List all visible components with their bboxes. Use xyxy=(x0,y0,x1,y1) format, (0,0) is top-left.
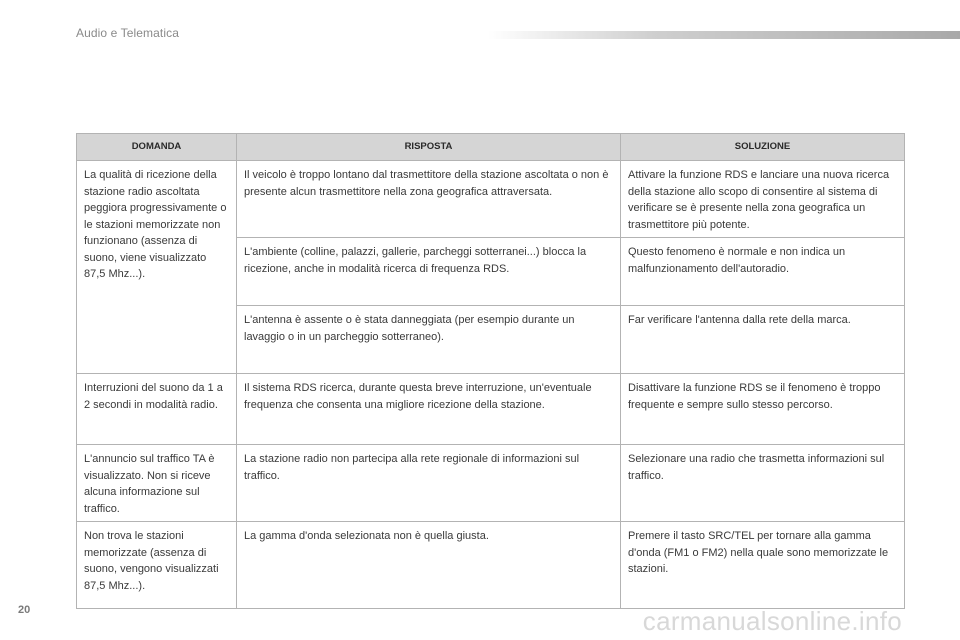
column-header-risposta: RISPOSTA xyxy=(236,133,621,161)
solution-cell: Attivare la funzione RDS e lanciare una … xyxy=(620,160,905,238)
solution-cell: Disattivare la funzione RDS se il fenome… xyxy=(620,373,905,445)
answer-cell: La gamma d'onda selezionata non è quella… xyxy=(236,521,621,609)
table-row: La qualità di ricezione della stazione r… xyxy=(76,160,905,374)
section-title: Audio e Telematica xyxy=(76,26,179,40)
answer-cell: L'antenna è assente o è stata danneggiat… xyxy=(236,305,621,374)
question-cell: La qualità di ricezione della stazione r… xyxy=(76,160,237,374)
column-header-domanda: DOMANDA xyxy=(76,133,237,161)
solution-cell: Far verificare l'antenna dalla rete dell… xyxy=(620,305,905,374)
answer-cell: Il veicolo è troppo lontano dal trasmett… xyxy=(236,160,621,238)
table-header-row: DOMANDA RISPOSTA SOLUZIONE xyxy=(76,133,905,161)
table-row: L'annuncio sul traffico TA è visualizzat… xyxy=(76,444,905,522)
solution-cell: Questo fenomeno è normale e non indica u… xyxy=(620,237,905,306)
watermark: carmanualsonline.info xyxy=(642,606,902,636)
column-header-soluzione: SOLUZIONE xyxy=(620,133,905,161)
table-row: Non trova le stazioni memorizzate (assen… xyxy=(76,521,905,609)
header-decorative-bar xyxy=(488,31,960,39)
solution-cell: Selezionare una radio che trasmetta info… xyxy=(620,444,905,522)
answer-cell: La stazione radio non partecipa alla ret… xyxy=(236,444,621,522)
answer-cell: Il sistema RDS ricerca, durante questa b… xyxy=(236,373,621,445)
question-cell: L'annuncio sul traffico TA è visualizzat… xyxy=(76,444,237,522)
solution-cell: Premere il tasto SRC/TEL per tornare all… xyxy=(620,521,905,609)
answer-cell: L'ambiente (colline, palazzi, gallerie, … xyxy=(236,237,621,306)
question-cell: Non trova le stazioni memorizzate (assen… xyxy=(76,521,237,609)
table-row: Interruzioni del suono da 1 a 2 secondi … xyxy=(76,373,905,445)
page-number: 20 xyxy=(18,604,31,616)
question-cell: Interruzioni del suono da 1 a 2 secondi … xyxy=(76,373,237,445)
troubleshooting-table: DOMANDA RISPOSTA SOLUZIONE La qualità di… xyxy=(76,133,905,609)
